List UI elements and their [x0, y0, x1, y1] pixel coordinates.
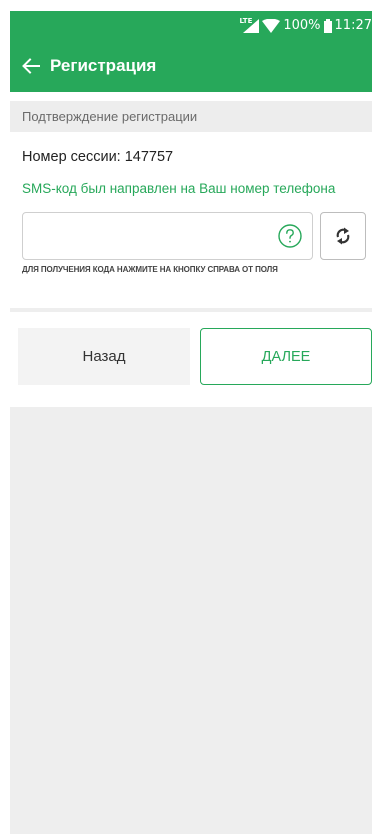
page-title: Регистрация	[50, 56, 157, 75]
question-circle-icon[interactable]	[278, 224, 302, 248]
wifi-icon	[262, 18, 281, 33]
sms-notice: SMS-код был направлен на Ваш номер телеф…	[22, 181, 336, 196]
battery-percent: 100%	[283, 18, 321, 33]
status-indicators: LTE 100% 11:27	[240, 11, 372, 40]
back-button[interactable]: Назад	[18, 328, 190, 385]
refresh-code-button[interactable]	[320, 212, 366, 260]
app-window: LTE 100% 11:27 Регистрация Подтверждение…	[10, 11, 372, 834]
sms-code-input[interactable]	[23, 213, 285, 261]
screen: LTE 100% 11:27 Регистрация Подтверждение…	[0, 0, 372, 834]
code-hint: ДЛЯ ПОЛУЧЕНИЯ КОДА НАЖМИТЕ НА КНОПКУ СПР…	[22, 265, 278, 274]
app-bar: Регистрация	[10, 40, 372, 92]
arrow-left-icon[interactable]	[22, 57, 40, 75]
network-type: LTE	[239, 16, 253, 25]
confirmation-card: Подтверждение регистрации Номер сессии: …	[10, 92, 372, 308]
sms-code-field	[22, 212, 313, 261]
clock: 11:27	[334, 18, 372, 33]
battery-icon	[323, 18, 332, 33]
status-bar: LTE 100% 11:27	[10, 11, 372, 40]
session-number: Номер сессии: 147757	[22, 149, 174, 165]
section-header: Подтверждение регистрации	[10, 101, 372, 132]
next-button[interactable]: ДАЛЕЕ	[200, 328, 372, 385]
refresh-icon	[336, 227, 350, 245]
action-buttons: Назад ДАЛЕЕ	[10, 312, 372, 407]
